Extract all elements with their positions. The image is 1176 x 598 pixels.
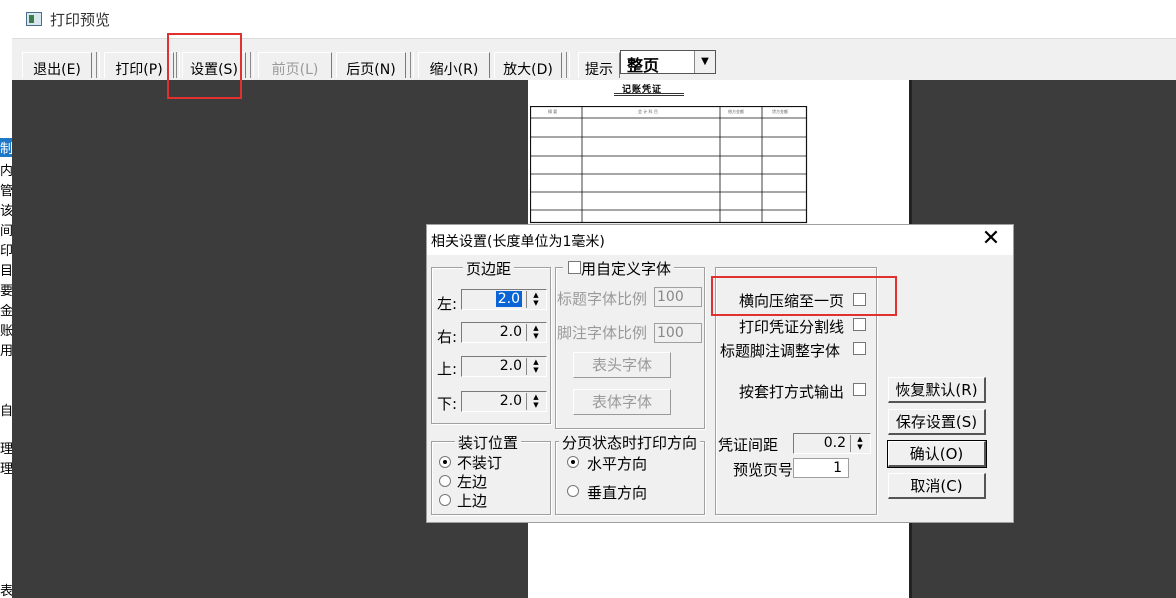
left-strip-char: 要 [0, 284, 12, 299]
zoom-select[interactable]: 整页 ▼ [620, 50, 716, 75]
table-header: 借方金额 [728, 109, 744, 114]
left-strip-char: 表 [0, 584, 12, 598]
table-header: 会 计 科 目 [638, 109, 658, 114]
margin-right-stepper[interactable]: 2.0 ▲ ▼ [461, 322, 547, 343]
left-strip-char: 该 [0, 204, 12, 219]
direction-horizontal-radio[interactable] [567, 456, 579, 468]
window-title: 打印预览 [50, 11, 111, 29]
overlay-print-checkbox[interactable] [853, 383, 866, 396]
margin-right-label: 右: [437, 328, 458, 346]
spinner-arrows-icon[interactable]: ▲ ▼ [526, 324, 545, 341]
voucher-spacing-label: 凭证间距 [718, 436, 779, 454]
spinner-arrows-icon[interactable]: ▲ ▼ [526, 393, 545, 410]
custom-font-checkbox[interactable] [568, 261, 581, 274]
left-strip-char: 印 [0, 244, 12, 259]
chevron-down-icon[interactable]: ▼ [694, 51, 715, 73]
body-font-button[interactable]: 表体字体 [573, 389, 671, 415]
binding-left-label: 左边 [457, 473, 488, 491]
left-cutoff-panel: 制 内 管 该 间 印 目 要 金 账 用 自 理 理 表 [0, 80, 12, 598]
left-strip-char: 自 [0, 404, 12, 419]
compress-one-page-label: 横向压缩至一页 [739, 292, 845, 310]
header-font-button[interactable]: 表头字体 [573, 352, 671, 378]
spinner-arrows-icon[interactable]: ▲ ▼ [526, 291, 545, 308]
margin-left-value[interactable]: 2.0 [495, 291, 522, 307]
voucher-spacing-stepper[interactable]: 0.2 ▲ ▼ [793, 433, 871, 454]
toolbar-separator [176, 52, 180, 78]
next-page-button[interactable]: 后页(N) [336, 52, 406, 78]
margin-top-label: 上: [437, 360, 458, 378]
direction-vertical-radio[interactable] [567, 485, 579, 497]
zoom-out-button[interactable]: 缩小(R) [418, 52, 490, 78]
settings-button[interactable]: 设置(S) [182, 52, 246, 78]
table-header: 摘 要 [548, 109, 558, 114]
left-strip-char: 制 [0, 138, 12, 157]
direction-horizontal-label: 水平方向 [587, 455, 648, 473]
confirm-button[interactable]: 确认(O) [887, 440, 987, 468]
left-strip-char: 内 [0, 164, 12, 179]
binding-group-title: 装订位置 [455, 432, 522, 453]
margin-bottom-label: 下: [437, 395, 458, 413]
margin-top-stepper[interactable]: 2.0 ▲ ▼ [461, 356, 547, 377]
cancel-button[interactable]: 取消(C) [888, 473, 986, 499]
binding-none-radio[interactable] [439, 456, 451, 468]
hint-button[interactable]: 提示 [578, 52, 620, 78]
toolbar-separator [96, 52, 100, 78]
margin-top-value[interactable]: 2.0 [500, 358, 522, 374]
window-titlebar [0, 0, 1176, 38]
left-strip-char: 管 [0, 184, 12, 199]
save-settings-button[interactable]: 保存设置(S) [888, 409, 986, 435]
title-underline [614, 93, 684, 96]
binding-left-radio[interactable] [439, 475, 451, 487]
voucher-spacing-value[interactable]: 0.2 [824, 435, 846, 451]
margin-bottom-value[interactable]: 2.0 [500, 393, 522, 409]
margins-group-title: 页边距 [463, 258, 515, 279]
dialog-title: 相关设置(长度单位为1毫米) [431, 234, 605, 250]
margin-left-label: 左: [437, 295, 458, 313]
preview-page-input[interactable]: 1 [793, 458, 849, 478]
spinner-arrows-icon[interactable]: ▲ ▼ [850, 435, 869, 452]
print-button[interactable]: 打印(P) [104, 52, 174, 78]
left-strip-char: 用 [0, 344, 12, 359]
left-strip-char: 账 [0, 324, 12, 339]
toolbar-separator [566, 52, 570, 78]
adjust-font-label: 标题脚注调整字体 [720, 342, 841, 360]
left-strip-char: 理 [0, 442, 12, 457]
prev-page-button[interactable]: 前页(L) [258, 52, 332, 78]
left-strip-char: 间 [0, 224, 12, 239]
exit-button[interactable]: 退出(E) [22, 52, 92, 78]
zoom-select-value: 整页 [627, 56, 660, 75]
close-icon[interactable]: ✕ [981, 227, 1001, 251]
preview-page-label: 预览页号 [733, 461, 794, 479]
adjust-font-checkbox[interactable] [853, 342, 866, 355]
split-line-checkbox[interactable] [853, 318, 866, 331]
binding-top-label: 上边 [457, 492, 488, 510]
print-direction-group-title: 分页状态时打印方向 [559, 432, 701, 453]
settings-dialog: 相关设置(长度单位为1毫米) ✕ 页边距 左: 2.0 ▲ ▼ 右: 2.0 ▲ ▼… [426, 224, 1014, 523]
table-header: 贷方金额 [772, 109, 788, 114]
overlay-print-label: 按套打方式输出 [739, 383, 845, 401]
margin-left-stepper[interactable]: 2.0 ▲ ▼ [461, 289, 547, 310]
restore-defaults-button[interactable]: 恢复默认(R) [888, 377, 986, 403]
binding-none-label: 不装订 [457, 454, 503, 472]
compress-one-page-checkbox[interactable] [853, 293, 866, 306]
split-line-label: 打印凭证分割线 [739, 318, 845, 336]
margin-right-value[interactable]: 2.0 [500, 324, 522, 340]
footer-scale-input[interactable]: 100 [654, 323, 702, 343]
spinner-arrows-icon[interactable]: ▲ ▼ [526, 358, 545, 375]
toolbar-separator [410, 52, 414, 78]
title-scale-input[interactable]: 100 [654, 287, 702, 307]
left-strip-char: 金 [0, 304, 12, 319]
voucher-table [530, 106, 808, 224]
title-scale-label: 标题字体比例 [557, 290, 648, 308]
zoom-in-button[interactable]: 放大(D) [494, 52, 562, 78]
app-icon [26, 12, 42, 26]
toolbar-separator [250, 52, 254, 78]
margin-bottom-stepper[interactable]: 2.0 ▲ ▼ [461, 391, 547, 412]
direction-vertical-label: 垂直方向 [587, 484, 648, 502]
binding-top-radio[interactable] [439, 494, 451, 506]
left-strip-char: 理 [0, 462, 12, 477]
footer-scale-label: 脚注字体比例 [557, 324, 648, 342]
left-strip-char: 目 [0, 264, 12, 279]
